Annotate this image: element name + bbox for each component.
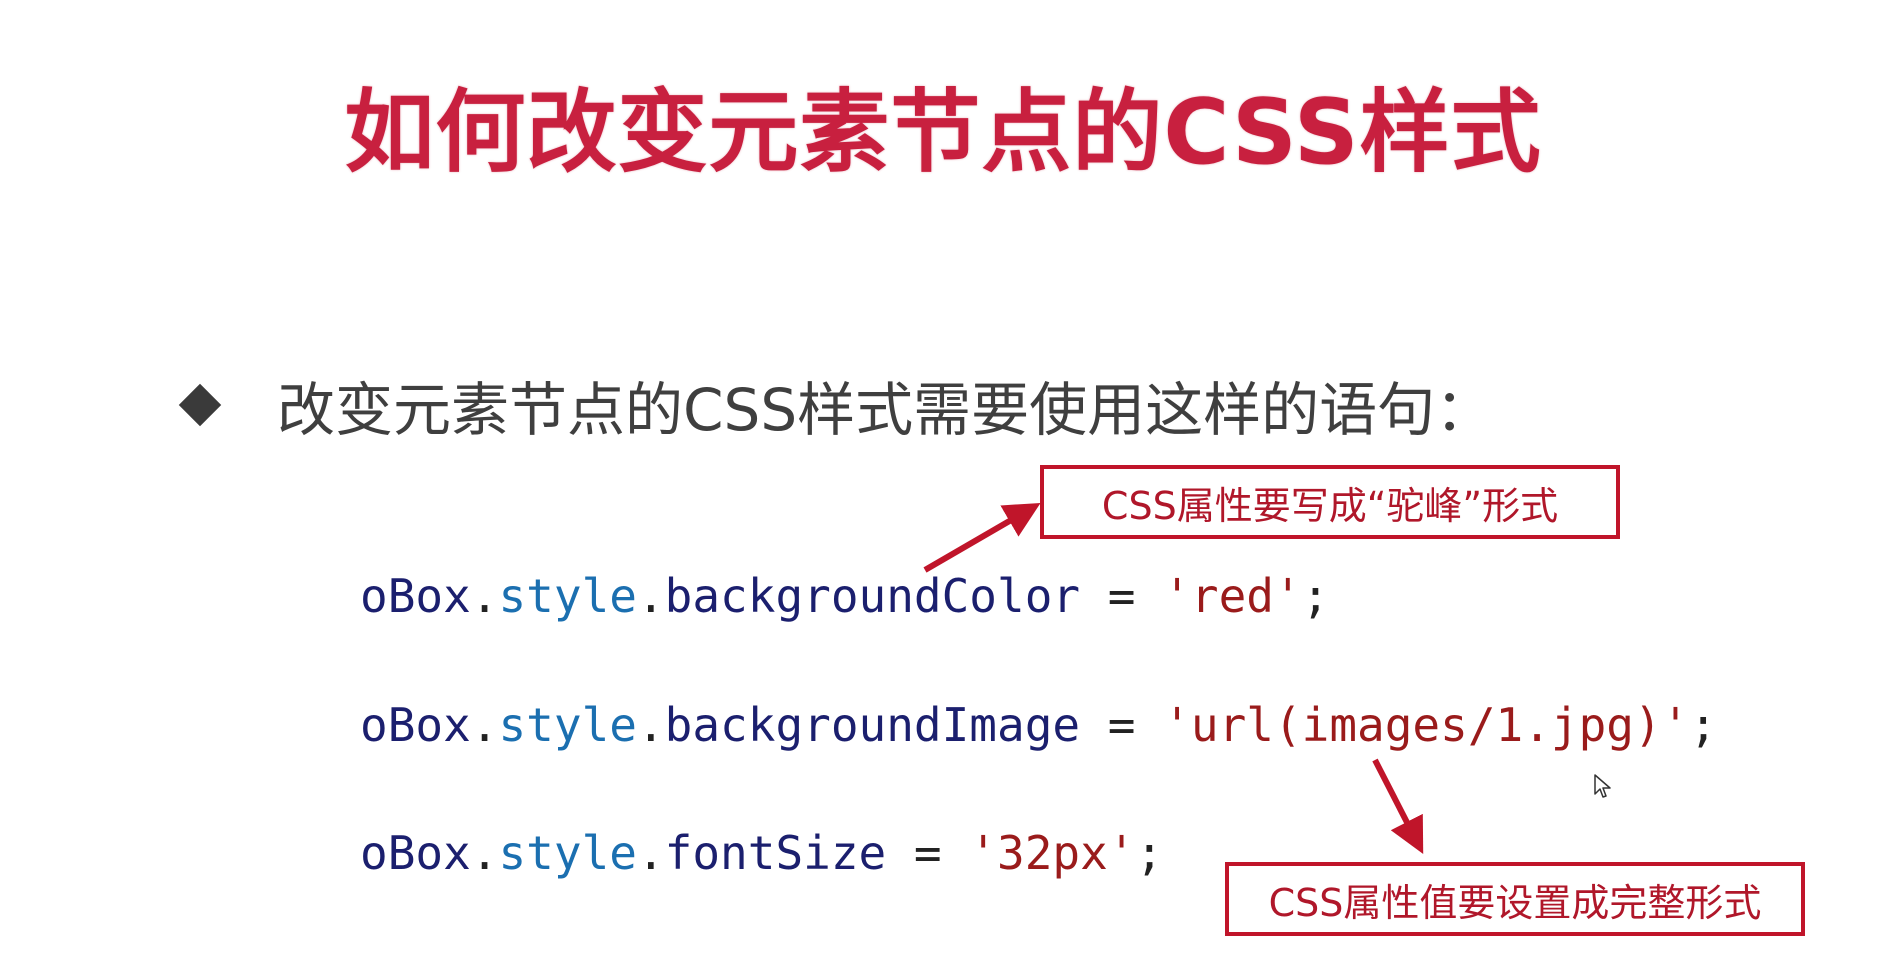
code-value: 'url(images/1.jpg)' bbox=[1163, 698, 1690, 752]
callout-camel-case: CSS属性要写成“驼峰”形式 bbox=[1040, 465, 1620, 539]
code-dot: . bbox=[470, 826, 499, 880]
arrow-to-camel-case-callout bbox=[923, 502, 1041, 573]
code-property: backgroundColor bbox=[664, 569, 1081, 623]
code-value: '32px' bbox=[969, 826, 1136, 880]
code-line-3: oBox.style.fontSize = '32px'; bbox=[360, 823, 1163, 883]
code-object: oBox bbox=[360, 826, 471, 880]
code-line-1: oBox.style.backgroundColor = 'red'; bbox=[360, 566, 1329, 626]
code-dot: . bbox=[470, 569, 499, 623]
code-object: oBox bbox=[360, 569, 471, 623]
code-semicolon: ; bbox=[1689, 698, 1718, 752]
code-style-keyword: style bbox=[498, 569, 637, 623]
arrow-to-full-value-callout bbox=[1372, 758, 1424, 855]
bullet-text: 改变元素节点的CSS样式需要使用这样的语句： bbox=[277, 376, 1494, 444]
code-operator: = bbox=[886, 826, 970, 880]
slide: 如何改变元素节点的CSS样式 改变元素节点的CSS样式需要使用这样的语句： oB… bbox=[0, 0, 1886, 980]
code-object: oBox bbox=[360, 698, 471, 752]
diamond-icon bbox=[178, 383, 222, 427]
arrow-cursor-icon bbox=[1594, 774, 1611, 798]
bullet-row: 改变元素节点的CSS样式需要使用这样的语句： bbox=[178, 360, 1494, 450]
code-property: backgroundImage bbox=[664, 698, 1081, 752]
code-operator: = bbox=[1080, 569, 1164, 623]
code-line-2: oBox.style.backgroundImage = 'url(images… bbox=[360, 695, 1717, 755]
callout-full-value: CSS属性值要设置成完整形式 bbox=[1225, 862, 1805, 936]
code-style-keyword: style bbox=[498, 826, 637, 880]
code-style-keyword: style bbox=[498, 698, 637, 752]
code-dot: . bbox=[636, 698, 665, 752]
code-operator: = bbox=[1080, 698, 1164, 752]
code-dot: . bbox=[470, 698, 499, 752]
code-dot: . bbox=[636, 569, 665, 623]
code-property: fontSize bbox=[664, 826, 887, 880]
code-semicolon: ; bbox=[1135, 826, 1164, 880]
code-semicolon: ; bbox=[1301, 569, 1330, 623]
code-dot: . bbox=[636, 826, 665, 880]
slide-title: 如何改变元素节点的CSS样式 bbox=[344, 80, 1542, 185]
code-value: 'red' bbox=[1163, 569, 1302, 623]
